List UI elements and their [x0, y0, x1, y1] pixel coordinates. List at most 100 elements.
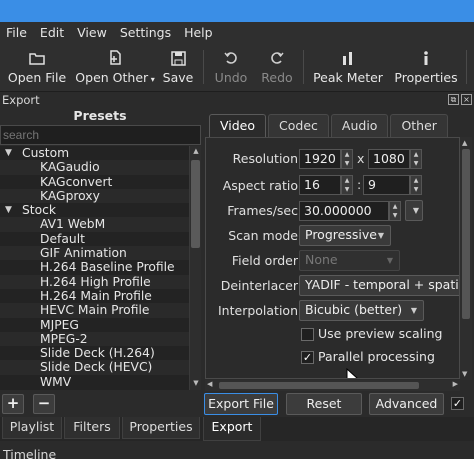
tree-item[interactable]: H.264 Main Profile	[0, 289, 189, 303]
scroll-down-icon[interactable]: ▼	[462, 370, 467, 378]
properties-button[interactable]: Properties	[394, 42, 458, 92]
export-file-button[interactable]: Export File	[204, 393, 278, 415]
tab-export[interactable]: Export	[203, 417, 261, 441]
tab-other[interactable]: Other	[390, 114, 448, 137]
width-spinner[interactable]: ▲ ▼	[341, 149, 353, 169]
tree-group[interactable]: ▼ Custom	[0, 146, 189, 160]
tab-audio[interactable]: Audio	[330, 114, 389, 137]
tree-item[interactable]: H.264 High Profile	[0, 274, 189, 289]
tree-item[interactable]: WMV	[0, 375, 189, 389]
aspect-den-spinner[interactable]: ▲ ▼	[410, 175, 422, 195]
reset-button[interactable]: Reset	[286, 393, 362, 415]
fps-input[interactable]: 30.000000	[299, 201, 389, 221]
presets-title: Presets	[73, 108, 127, 123]
scan-mode-select[interactable]: Progressive ▼	[299, 225, 391, 246]
aspect-num-spinner[interactable]: ▲ ▼	[341, 175, 353, 195]
width-input[interactable]: 1920	[299, 149, 341, 169]
aspect-ratio-label: Aspect ratio	[222, 178, 298, 193]
redo-button[interactable]: Redo	[258, 42, 296, 92]
tree-item-label: GIF Animation	[40, 246, 127, 261]
toolbar-divider	[203, 50, 204, 84]
info-icon	[414, 47, 438, 69]
tree-item-label: Slide Deck (HEVC)	[40, 360, 153, 375]
tab-properties[interactable]: Properties	[122, 417, 200, 439]
tree-item[interactable]: MJPEG	[0, 318, 189, 332]
close-dock-icon[interactable]: ×	[461, 94, 472, 105]
fps-spinner[interactable]: ▲ ▼	[389, 201, 401, 221]
scroll-up-icon[interactable]: ▲	[462, 139, 467, 147]
open-file-button[interactable]: Open File	[6, 42, 68, 92]
preset-tree-scrollbar[interactable]: ▲ ▼	[189, 146, 201, 390]
aspect-den-input[interactable]: 9	[363, 175, 410, 195]
chevron-down-icon: ▼	[410, 306, 417, 315]
tab-playlist[interactable]: Playlist	[2, 417, 62, 439]
dock-title: Export	[2, 93, 40, 107]
menu-file[interactable]: File	[6, 25, 27, 40]
add-preset-button[interactable]: +	[2, 394, 24, 414]
menu-help[interactable]: Help	[184, 25, 213, 40]
chevron-down-icon: ▼	[412, 206, 419, 215]
tree-item-label: Default	[40, 231, 85, 246]
tree-item-label: H.264 High Profile	[40, 274, 151, 289]
tree-item[interactable]: AV1 WebM	[0, 217, 189, 232]
menu-settings[interactable]: Settings	[120, 25, 171, 40]
open-other-icon	[103, 47, 127, 69]
tree-item[interactable]: Default	[0, 232, 189, 246]
tree-item[interactable]: MPEG-2	[0, 331, 189, 347]
interpolation-select[interactable]: Bicubic (better) ▼	[299, 300, 424, 321]
field-order-value: None	[305, 252, 338, 267]
undo-label: Undo	[214, 70, 248, 85]
tree-group[interactable]: ▼ Stock	[0, 203, 189, 217]
height-input[interactable]: 1080	[368, 149, 410, 169]
field-order-select[interactable]: None ▼	[299, 250, 400, 271]
undo-button[interactable]: Undo	[212, 42, 250, 92]
height-spinner[interactable]: ▲ ▼	[410, 149, 422, 169]
tree-item-label: H.264 Baseline Profile	[40, 260, 175, 275]
preview-scaling-checkbox[interactable]	[301, 328, 314, 341]
advanced-button[interactable]: Advanced	[369, 393, 444, 415]
advanced-checkbox[interactable]: ✓	[451, 397, 464, 410]
menu-view[interactable]: View	[77, 25, 107, 40]
tab-video[interactable]: Video	[209, 114, 267, 138]
menu-edit[interactable]: Edit	[40, 25, 64, 40]
tree-item-label: HEVC Main Profile	[40, 303, 150, 318]
tree-item[interactable]: GIF Animation	[0, 246, 189, 261]
settings-scrollbar[interactable]: ▲ ▼	[460, 137, 472, 380]
scroll-up-icon[interactable]: ▲	[191, 147, 201, 157]
peak-meter-icon	[336, 47, 360, 69]
scroll-thumb[interactable]	[462, 149, 470, 319]
preset-search-input[interactable]	[0, 125, 201, 145]
tree-item[interactable]: Slide Deck (HEVC)	[0, 360, 189, 375]
chevron-down-icon: ▼	[386, 256, 393, 265]
parallel-processing-checkbox[interactable]: ✓	[301, 351, 314, 364]
settings-hscrollbar[interactable]: ◀ ▶	[205, 380, 460, 391]
tree-item-label: MPEG-2	[40, 331, 88, 346]
save-button[interactable]: Save	[160, 42, 196, 92]
tree-item[interactable]: H.264 Baseline Profile	[0, 260, 189, 274]
remove-preset-button[interactable]: −	[33, 394, 55, 414]
tree-item[interactable]: Slide Deck (H.264)	[0, 346, 189, 360]
scroll-thumb[interactable]	[191, 160, 200, 248]
tree-item[interactable]: KAGproxy	[0, 188, 189, 204]
redo-icon	[265, 47, 289, 69]
expand-arrow-icon[interactable]: ▼	[5, 146, 12, 160]
peak-meter-button[interactable]: Peak Meter	[312, 42, 384, 92]
float-dock-icon[interactable]: ⧉	[448, 94, 459, 105]
tab-filters[interactable]: Filters	[64, 417, 120, 439]
tree-item[interactable]: KAGconvert	[0, 175, 189, 189]
fps-preset-dropdown[interactable]: ▼	[405, 200, 423, 221]
expand-arrow-icon[interactable]: ▼	[5, 203, 12, 217]
scroll-down-icon[interactable]: ▼	[191, 379, 201, 389]
scan-mode-label: Scan mode	[228, 228, 298, 243]
scroll-left-icon[interactable]: ◀	[207, 380, 212, 388]
aspect-num-input[interactable]: 16	[299, 175, 341, 195]
preset-tree: ▼ Custom KAGaudio KAGconvert KAGproxy ▼ Stock A…	[0, 146, 189, 390]
tree-item[interactable]: KAGaudio	[0, 160, 189, 175]
hscroll-thumb[interactable]	[219, 382, 419, 389]
open-other-button[interactable]: Open Other ▾	[75, 42, 155, 92]
tree-item[interactable]: HEVC Main Profile	[0, 303, 189, 318]
scroll-right-icon[interactable]: ▶	[453, 380, 458, 388]
tab-codec[interactable]: Codec	[268, 114, 329, 137]
dock-tab-bar: Playlist Filters Properties Export	[0, 417, 474, 441]
deinterlacer-select[interactable]: YADIF - temporal + spatial	[299, 275, 459, 296]
